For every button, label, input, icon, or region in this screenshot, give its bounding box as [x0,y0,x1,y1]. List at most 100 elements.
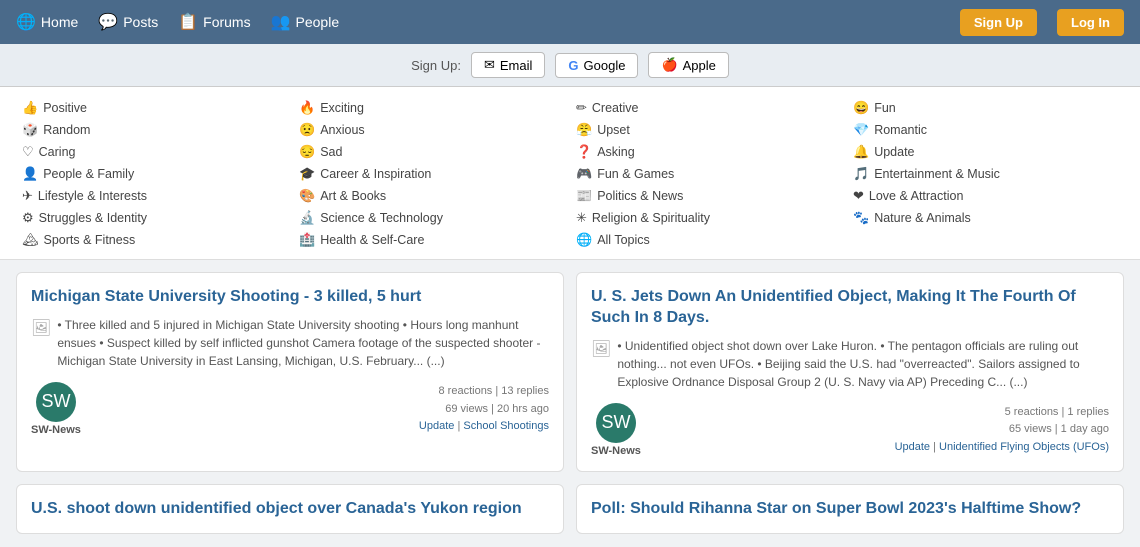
post-title-3[interactable]: U.S. shoot down unidentified object over… [31,499,549,520]
cat-art[interactable]: 🎨Art & Books [293,185,570,207]
people-icon: 👥 [271,12,291,32]
signup-email-button[interactable]: ✉ Email [471,52,545,78]
signup-apple-button[interactable]: 🍎 Apple [648,52,728,78]
cat-col-2: 🔥Exciting 😟Anxious 😔Sad 🎓Career & Inspir… [293,97,570,251]
post-card-3: U.S. shoot down unidentified object over… [16,484,564,535]
post-tag1-2[interactable]: Update [895,441,930,453]
login-button[interactable]: Log In [1057,9,1124,36]
post-card-1: Michigan State University Shooting - 3 k… [16,272,564,472]
nav-home[interactable]: 🌐 Home [16,12,78,32]
asking-icon: ❓ [576,144,592,160]
post-tag2-2[interactable]: Unidentified Flying Objects (UFOs) [939,441,1109,453]
post-replies-2: 1 replies [1067,406,1109,418]
cat-sports[interactable]: 🏔Sports & Fitness [16,229,293,251]
post-avatar-2[interactable]: SW SW-News [591,403,641,457]
cat-religion[interactable]: ✳Religion & Spirituality [570,207,847,229]
post-image-icon-1: 🖼 [31,317,51,341]
cat-all-topics[interactable]: 🌐All Topics [570,229,847,251]
post-title-2[interactable]: U. S. Jets Down An Unidentified Object, … [591,287,1109,329]
positive-icon: 👍 [22,100,38,116]
sad-icon: 😔 [299,144,315,160]
signup-button[interactable]: Sign Up [960,9,1037,36]
post-title-4[interactable]: Poll: Should Rihanna Star on Super Bowl … [591,499,1109,520]
post-image-icon-2: 🖼 [591,338,611,362]
fun-icon: 😄 [853,100,869,116]
cat-asking[interactable]: ❓Asking [570,141,847,163]
post-card-2: U. S. Jets Down An Unidentified Object, … [576,272,1124,472]
cat-entertainment[interactable]: 🎵Entertainment & Music [847,163,1124,185]
career-icon: 🎓 [299,166,315,182]
post-body-1: 🖼 • Three killed and 5 injured in Michig… [31,316,549,370]
cat-update[interactable]: 🔔Update [847,141,1124,163]
cat-col-3: ✏Creative 😤Upset ❓Asking 🎮Fun & Games 📰P… [570,97,847,251]
cat-love[interactable]: ❤Love & Attraction [847,185,1124,207]
cat-fun[interactable]: 😄Fun [847,97,1124,119]
people-family-icon: 👤 [22,166,38,182]
love-icon: ❤ [853,188,864,204]
creative-icon: ✏ [576,100,587,116]
cat-col-1: 👍Positive 🎲Random ♡Caring 👤People & Fami… [16,97,293,251]
home-icon: 🌐 [16,12,36,32]
cat-politics[interactable]: 📰Politics & News [570,185,847,207]
categories-grid: 👍Positive 🎲Random ♡Caring 👤People & Fami… [16,97,1124,251]
exciting-icon: 🔥 [299,100,315,116]
nav-home-label: Home [41,14,78,30]
post-tag1-1[interactable]: Update [419,420,454,432]
email-icon: ✉ [484,57,495,73]
politics-icon: 📰 [576,188,592,204]
forums-icon: 📋 [178,12,198,32]
avatar-name-1: SW-News [31,424,81,436]
categories-section: 👍Positive 🎲Random ♡Caring 👤People & Fami… [0,87,1140,260]
nav-people[interactable]: 👥 People [271,12,340,32]
post-reactions-2: 5 reactions [1005,406,1059,418]
nav-forums[interactable]: 📋 Forums [178,12,250,32]
post-time-1: 20 hrs ago [497,403,549,415]
cat-romantic[interactable]: 💎Romantic [847,119,1124,141]
all-topics-icon: 🌐 [576,232,592,248]
post-reactions-1: 8 reactions [439,385,493,397]
avatar-image-1: SW [36,382,76,422]
signup-bar-label: Sign Up: [411,58,461,73]
cat-random[interactable]: 🎲Random [16,119,293,141]
post-card-4: Poll: Should Rihanna Star on Super Bowl … [576,484,1124,535]
post-tag2-1[interactable]: School Shootings [463,420,549,432]
cat-caring[interactable]: ♡Caring [16,141,293,163]
cat-science[interactable]: 🔬Science & Technology [293,207,570,229]
struggles-icon: ⚙ [22,210,34,226]
post-replies-1: 13 replies [501,385,549,397]
art-icon: 🎨 [299,188,315,204]
post-views-2: 65 views [1009,423,1052,435]
cat-col-4: 😄Fun 💎Romantic 🔔Update 🎵Entertainment & … [847,97,1124,251]
apple-icon: 🍎 [661,57,677,73]
religion-icon: ✳ [576,210,587,226]
post-avatar-1[interactable]: SW SW-News [31,382,81,436]
cat-creative[interactable]: ✏Creative [570,97,847,119]
post-footer-1: SW SW-News 8 reactions | 13 replies 69 v… [31,382,549,436]
caring-icon: ♡ [22,144,34,160]
post-body-2: 🖼 • Unidentified object shot down over L… [591,337,1109,391]
cat-nature[interactable]: 🐾Nature & Animals [847,207,1124,229]
upset-icon: 😤 [576,122,592,138]
cat-struggles[interactable]: ⚙Struggles & Identity [16,207,293,229]
nav-posts-label: Posts [123,14,158,30]
cat-career[interactable]: 🎓Career & Inspiration [293,163,570,185]
lifestyle-icon: ✈ [22,188,33,204]
cat-health[interactable]: 🏥Health & Self-Care [293,229,570,251]
cat-positive[interactable]: 👍Positive [16,97,293,119]
signup-google-button[interactable]: G Google [555,53,638,78]
post-time-2: 1 day ago [1061,423,1109,435]
cat-lifestyle[interactable]: ✈Lifestyle & Interests [16,185,293,207]
nav-posts[interactable]: 💬 Posts [98,12,158,32]
cat-sad[interactable]: 😔Sad [293,141,570,163]
post-meta-2: 5 reactions | 1 replies 65 views | 1 day… [895,404,1109,457]
cat-anxious[interactable]: 😟Anxious [293,119,570,141]
cat-people-family[interactable]: 👤People & Family [16,163,293,185]
random-icon: 🎲 [22,122,38,138]
cat-exciting[interactable]: 🔥Exciting [293,97,570,119]
cat-upset[interactable]: 😤Upset [570,119,847,141]
post-title-1[interactable]: Michigan State University Shooting - 3 k… [31,287,549,308]
cat-fun-games[interactable]: 🎮Fun & Games [570,163,847,185]
navbar: 🌐 Home 💬 Posts 📋 Forums 👥 People Sign Up… [0,0,1140,44]
nav-forums-label: Forums [203,14,250,30]
nav-people-label: People [296,14,340,30]
